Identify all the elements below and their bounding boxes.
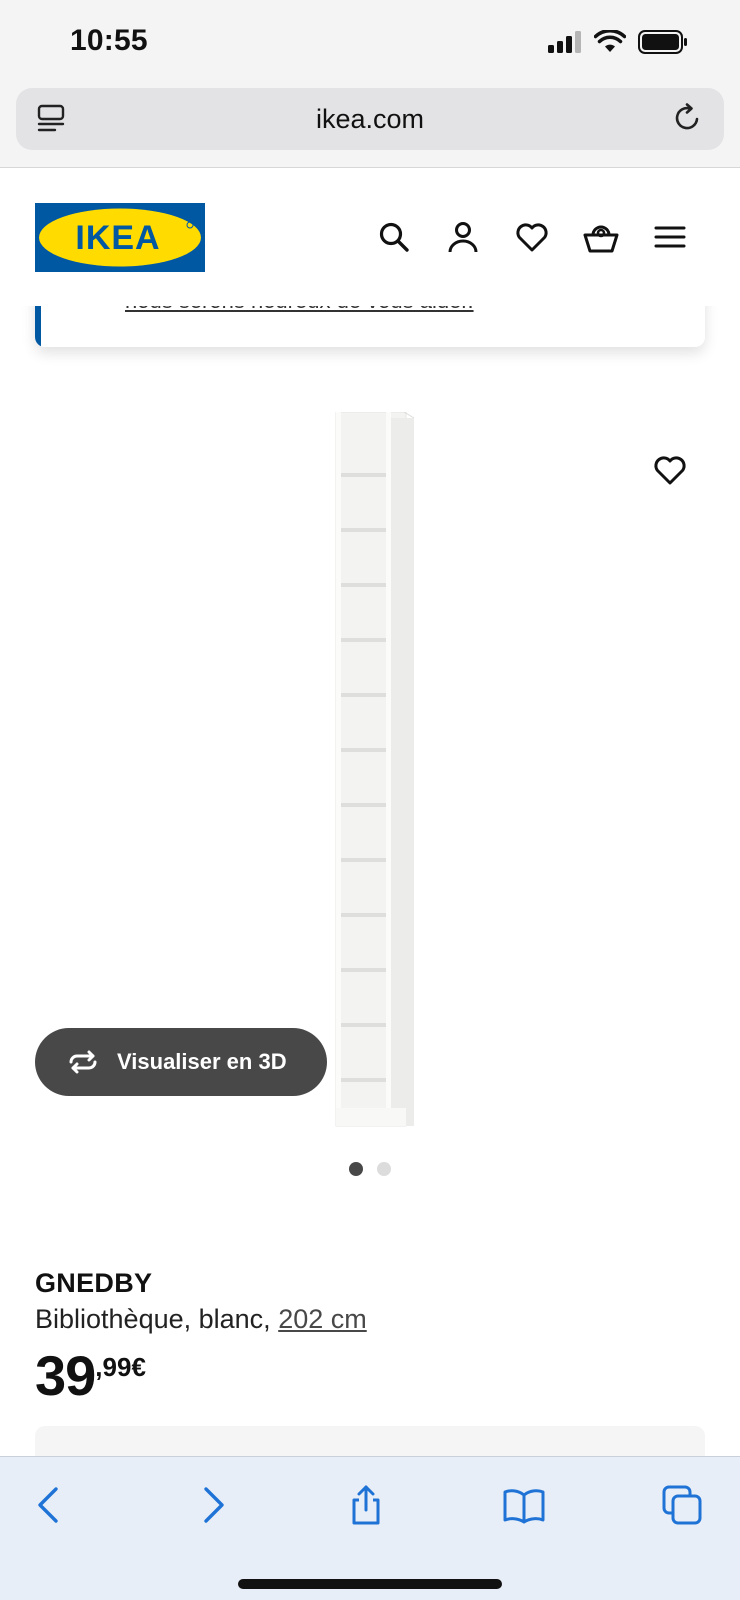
shelf-board bbox=[341, 528, 386, 532]
product-size-link[interactable]: 202 cm bbox=[278, 1304, 367, 1334]
shelf-board bbox=[341, 583, 386, 587]
status-icons bbox=[548, 30, 688, 54]
menu-icon[interactable] bbox=[652, 219, 688, 255]
back-icon[interactable] bbox=[28, 1483, 72, 1527]
product-image[interactable] bbox=[322, 412, 418, 1128]
page: 10:55 ikea.com IKEA Visualiser en 3D GNE… bbox=[0, 0, 740, 1600]
view-3d-label: Visualiser en 3D bbox=[117, 1049, 287, 1074]
price-decimal: ,99€ bbox=[95, 1352, 146, 1382]
save-to-list-icon[interactable] bbox=[652, 452, 688, 488]
shelf-board bbox=[341, 693, 386, 697]
shelf-board bbox=[341, 968, 386, 972]
url-text[interactable]: ikea.com bbox=[16, 104, 724, 135]
reload-icon[interactable] bbox=[672, 102, 704, 134]
search-icon[interactable] bbox=[376, 219, 412, 255]
status-bar: 10:55 bbox=[0, 0, 740, 86]
svg-text:IKEA: IKEA bbox=[75, 219, 160, 257]
browser-chrome: ikea.com bbox=[0, 86, 740, 168]
basket-icon[interactable] bbox=[583, 219, 619, 255]
product-description-text: Bibliothèque, blanc, bbox=[35, 1304, 271, 1334]
shelf-board bbox=[341, 1023, 386, 1027]
shelf-board bbox=[341, 913, 386, 917]
price-integer: 39 bbox=[35, 1344, 96, 1407]
product-description: Bibliothèque, blanc, 202 cm bbox=[35, 1304, 367, 1335]
battery-icon bbox=[638, 30, 687, 54]
bookmarks-icon[interactable] bbox=[502, 1483, 546, 1527]
pagination-dot-1[interactable] bbox=[349, 1162, 363, 1176]
pagination-dot-2[interactable] bbox=[377, 1162, 391, 1176]
image-pagination bbox=[0, 1162, 740, 1176]
home-indicator bbox=[238, 1579, 502, 1589]
shelf-board bbox=[341, 638, 386, 642]
shelf-board bbox=[341, 748, 386, 752]
status-time: 10:55 bbox=[70, 24, 148, 57]
shelf-board bbox=[341, 858, 386, 862]
shelf-board bbox=[341, 473, 386, 477]
address-bar[interactable]: ikea.com bbox=[16, 88, 724, 150]
wifi-icon bbox=[594, 30, 626, 52]
forward-icon[interactable] bbox=[190, 1483, 234, 1527]
account-icon[interactable] bbox=[445, 219, 481, 255]
view-3d-button[interactable]: Visualiser en 3D bbox=[35, 1028, 327, 1096]
rotate-3d-icon bbox=[69, 1050, 97, 1074]
cellular-signal-icon bbox=[548, 31, 581, 53]
site-header: IKEA bbox=[0, 168, 740, 306]
product-name: GNEDBY bbox=[35, 1268, 153, 1298]
wishlist-icon[interactable] bbox=[514, 219, 550, 255]
tabs-icon[interactable] bbox=[660, 1483, 704, 1527]
browser-toolbar bbox=[0, 1456, 740, 1600]
share-icon[interactable] bbox=[344, 1483, 388, 1527]
product-price: 39 ,99€ bbox=[35, 1348, 146, 1404]
shelf-board bbox=[341, 803, 386, 807]
ikea-logo[interactable]: IKEA bbox=[35, 203, 205, 272]
shelf-board bbox=[341, 1078, 386, 1082]
